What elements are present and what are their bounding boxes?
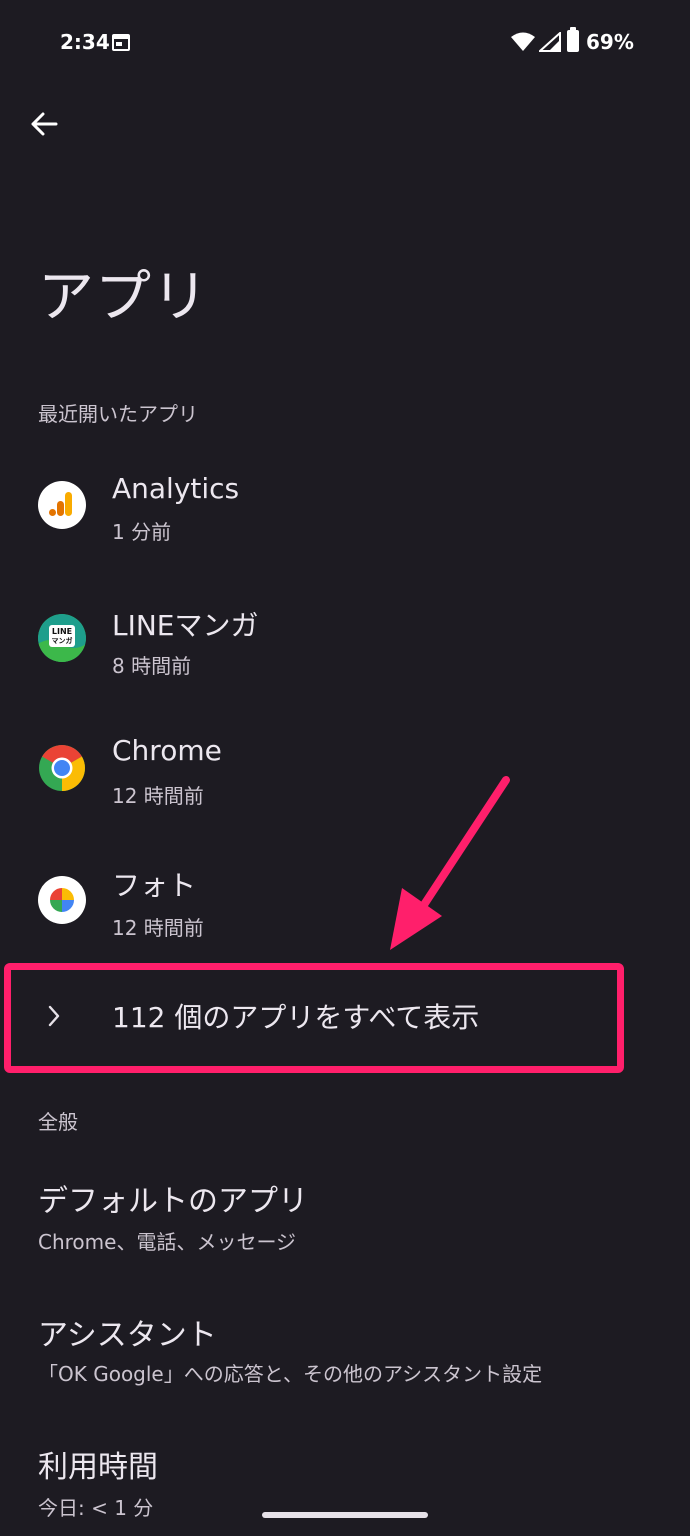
annotation-arrow-icon xyxy=(390,776,510,950)
screen: 2:34 69% アプリ 最近開いたアプリ Analytics 1 分前 LIN… xyxy=(0,0,690,1536)
app-name: Analytics xyxy=(112,472,240,505)
wifi-icon xyxy=(511,32,535,51)
back-arrow-icon[interactable] xyxy=(26,106,62,142)
recent-app-photos[interactable]: フォト 12 時間前 xyxy=(0,846,690,956)
recent-app-line-manga[interactable]: LINE マンガ LINEマンガ 8 時間前 xyxy=(0,582,690,692)
battery-level: 69% xyxy=(586,30,634,54)
chrome-icon xyxy=(38,744,86,792)
app-last-used: 8 時間前 xyxy=(112,654,192,678)
recent-app-analytics[interactable]: Analytics 1 分前 xyxy=(0,450,690,560)
status-bar: 2:34 69% xyxy=(0,26,690,60)
see-all-apps-label: 112 個のアプリをすべて表示 xyxy=(112,1001,480,1034)
photos-icon xyxy=(38,876,86,924)
app-name: Chrome xyxy=(112,734,222,767)
battery-icon xyxy=(567,27,579,52)
setting-subtitle: 今日: < 1 分 xyxy=(38,1496,154,1520)
app-last-used: 12 時間前 xyxy=(112,784,204,808)
setting-subtitle: Chrome、電話、メッセージ xyxy=(38,1230,297,1254)
see-all-apps-button[interactable]: 112 個のアプリをすべて表示 xyxy=(0,966,690,1070)
recent-app-chrome[interactable]: Chrome 12 時間前 xyxy=(0,714,690,824)
app-name: フォト xyxy=(112,869,197,902)
calendar-icon xyxy=(112,34,130,51)
app-last-used: 1 分前 xyxy=(112,520,172,544)
svg-text:LINE: LINE xyxy=(52,627,72,636)
status-time: 2:34 xyxy=(60,30,110,54)
setting-title: アシスタント xyxy=(38,1318,217,1353)
setting-assistant[interactable]: アシスタント 「OK Google」への応答と、その他のアシスタント設定 xyxy=(0,1292,690,1402)
setting-title: デフォルトのアプリ xyxy=(38,1184,308,1219)
chevron-right-icon xyxy=(48,1005,60,1027)
signal-icon xyxy=(539,32,561,52)
general-header: 全般 xyxy=(38,1110,78,1134)
app-name: LINEマンガ xyxy=(112,609,259,642)
recent-apps-header: 最近開いたアプリ xyxy=(38,402,198,426)
analytics-icon xyxy=(38,481,86,529)
line-manga-icon: LINE マンガ xyxy=(38,614,86,662)
setting-screen-time[interactable]: 利用時間 今日: < 1 分 xyxy=(0,1426,690,1526)
svg-text:マンガ: マンガ xyxy=(52,636,73,645)
app-last-used: 12 時間前 xyxy=(112,916,204,940)
page-title: アプリ xyxy=(38,265,209,330)
setting-title: 利用時間 xyxy=(38,1450,158,1485)
gesture-nav-handle[interactable] xyxy=(262,1512,428,1518)
setting-default-apps[interactable]: デフォルトのアプリ Chrome、電話、メッセージ xyxy=(0,1160,690,1270)
setting-subtitle: 「OK Google」への応答と、その他のアシスタント設定 xyxy=(38,1362,543,1386)
